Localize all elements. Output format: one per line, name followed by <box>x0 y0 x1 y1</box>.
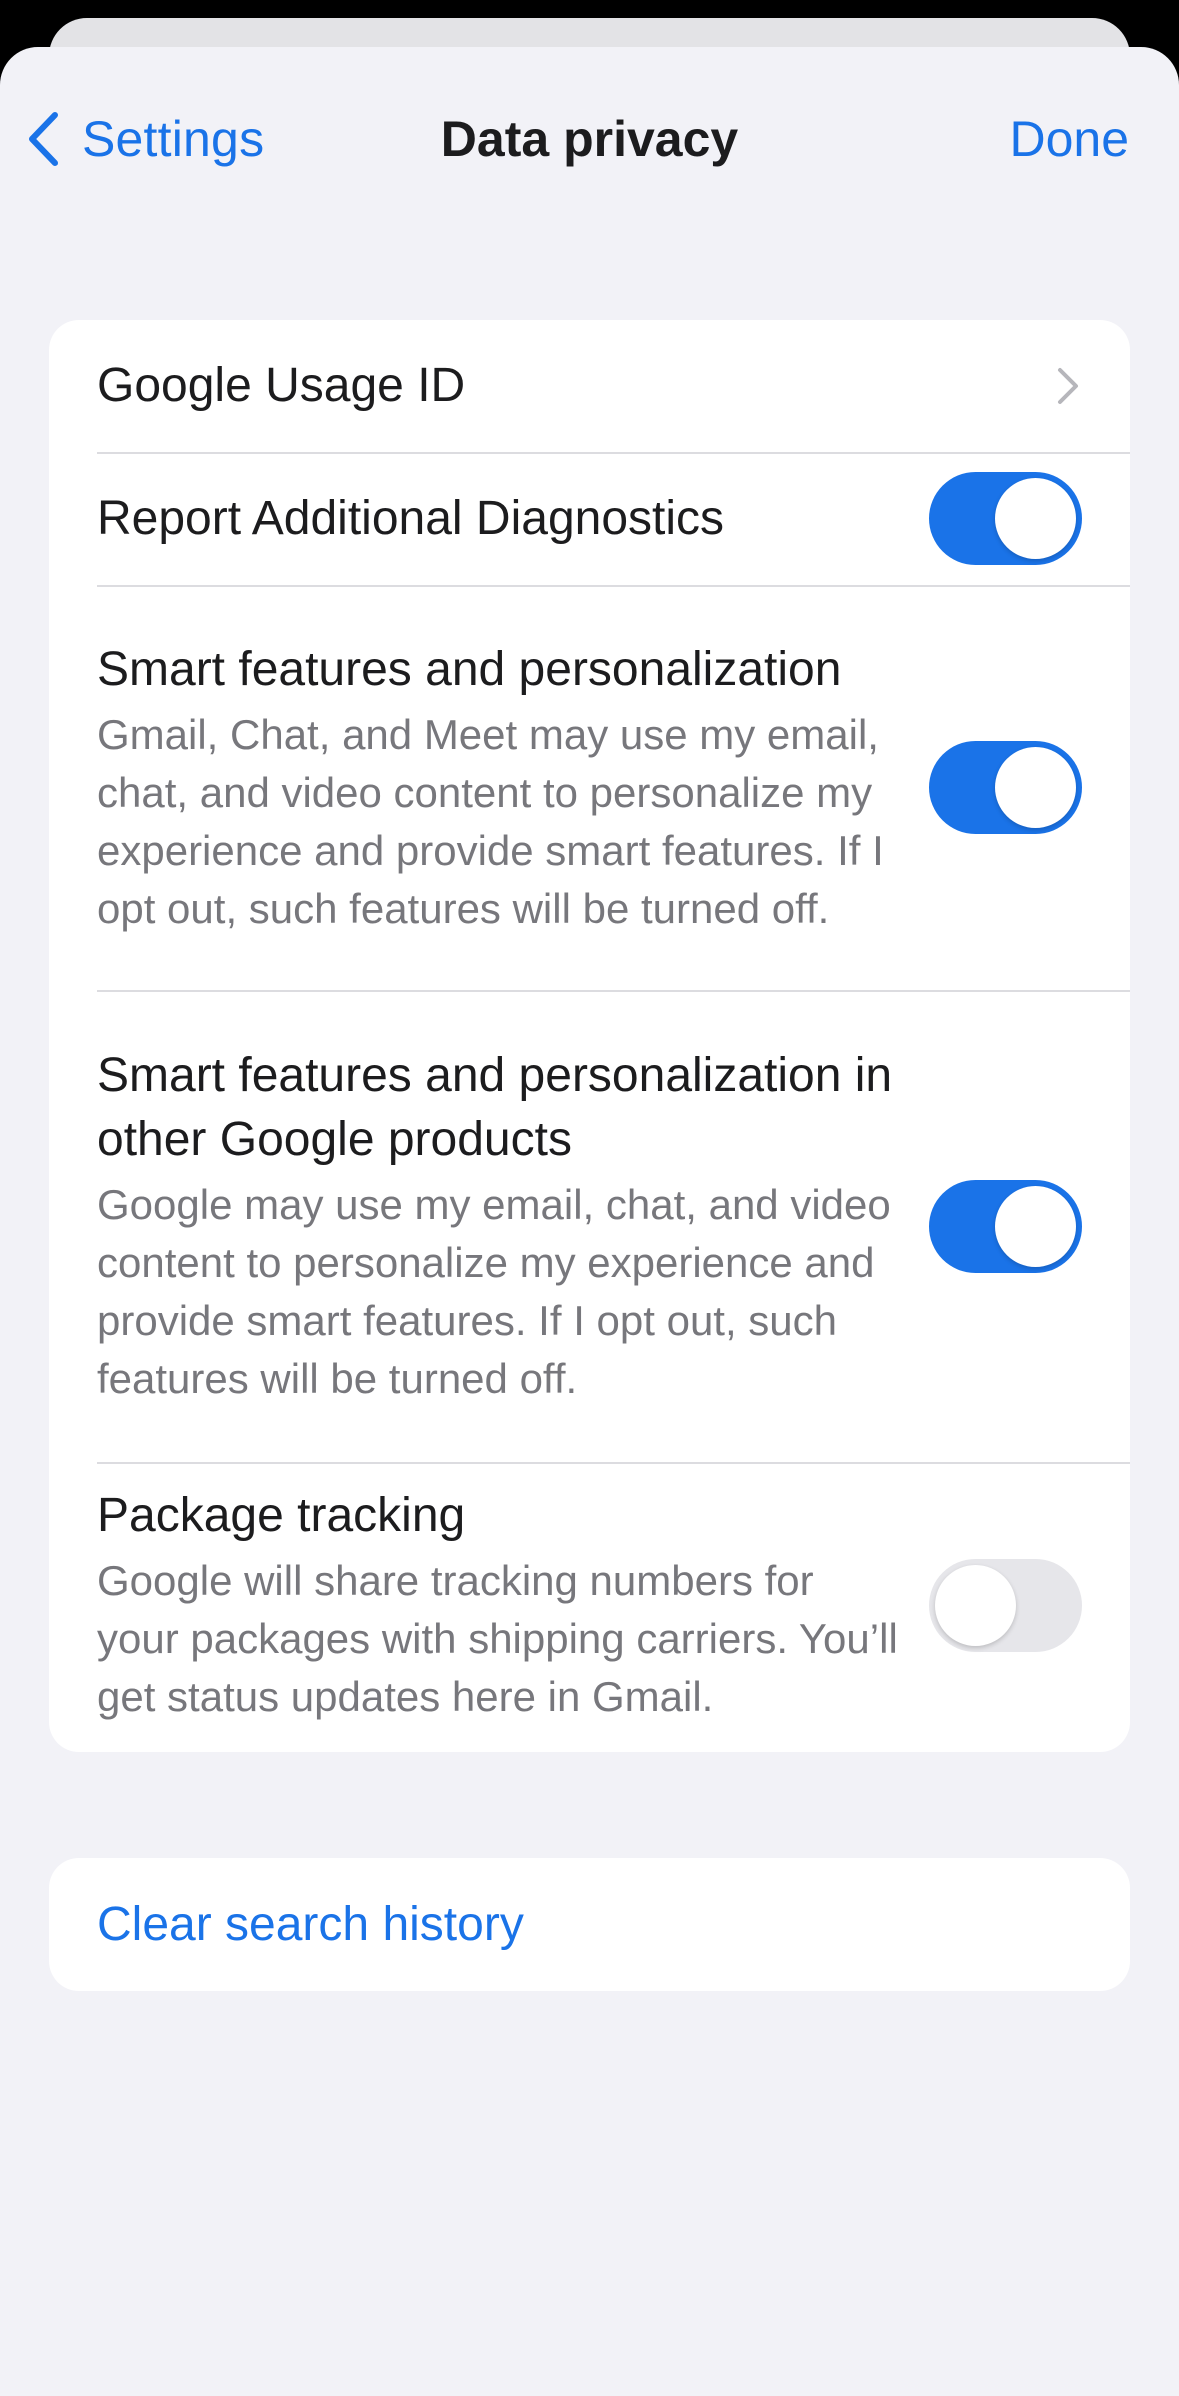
diagnostics-row: Report Additional Diagnostics <box>49 452 1130 585</box>
back-button[interactable]: Settings <box>26 99 264 179</box>
smart-features-description: Gmail, Chat, and Meet may use my email, … <box>97 710 884 932</box>
toggle-knob <box>935 1564 1016 1646</box>
back-button-label: Settings <box>82 111 265 167</box>
usage-id-row[interactable]: Google Usage ID <box>49 320 1130 452</box>
package-tracking-toggle[interactable] <box>929 1558 1082 1652</box>
done-button[interactable]: Done <box>1009 99 1129 179</box>
package-tracking-row: Package tracking Google will share track… <box>49 1462 1130 1752</box>
clear-search-history-button[interactable]: Clear search history <box>49 1858 1130 1991</box>
smart-features-other-products-toggle[interactable] <box>929 1179 1082 1273</box>
toggle-knob <box>995 747 1076 828</box>
toggle-knob <box>995 478 1076 559</box>
diagnostics-title: Report Additional Diagnostics <box>97 491 725 545</box>
clear-search-history-label: Clear search history <box>97 1898 524 1951</box>
usage-id-title: Google Usage ID <box>97 359 466 412</box>
privacy-settings-list: Google Usage ID Report Additional Diagno… <box>49 320 1130 1752</box>
clear-history-card: Clear search history <box>49 1858 1130 1991</box>
data-privacy-sheet: Settings Data privacy Done Google Usage … <box>0 47 1179 2396</box>
chevron-left-icon <box>29 112 58 166</box>
smart-features-other-products-title: Smart features and personalization in ot… <box>97 1049 893 1166</box>
package-tracking-description: Google will share tracking numbers for y… <box>97 1557 898 1720</box>
toggle-knob <box>995 1185 1076 1267</box>
smart-features-row: Smart features and personalization Gmail… <box>49 585 1130 990</box>
chevron-right-icon <box>1058 368 1078 404</box>
smart-features-title: Smart features and personalization <box>97 642 842 696</box>
smart-features-other-products-row: Smart features and personalization in ot… <box>49 990 1130 1462</box>
smart-features-other-products-description: Google may use my email, chat, and video… <box>97 1181 891 1402</box>
diagnostics-toggle[interactable] <box>929 472 1082 565</box>
package-tracking-title: Package tracking <box>97 1489 466 1542</box>
smart-features-toggle[interactable] <box>929 741 1082 834</box>
navigation-bar: Settings Data privacy Done <box>0 47 1179 217</box>
